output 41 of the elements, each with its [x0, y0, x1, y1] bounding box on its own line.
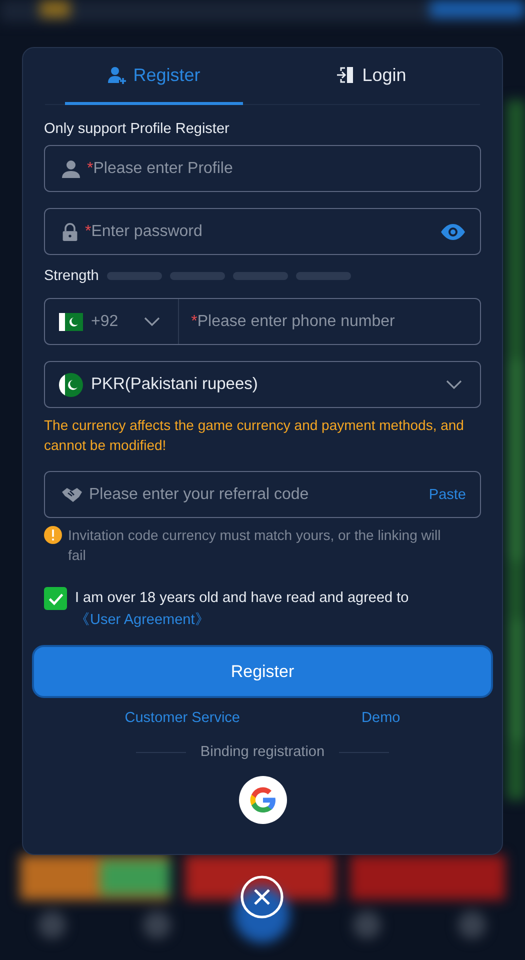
footer-link[interactable]: Customer Service	[124, 710, 240, 726]
profile-field[interactable]: *Please enter Profile	[44, 145, 481, 192]
referral-input[interactable]: Please enter your referral code	[89, 486, 429, 504]
eye-icon[interactable]	[440, 222, 466, 240]
lock-icon	[61, 222, 79, 242]
footer-link[interactable]: Demo	[362, 710, 400, 726]
agreement-text: I am over 18 years old and have read and agreed to 《User Agreement》	[75, 589, 410, 630]
password-field[interactable]: *Enter password	[44, 208, 481, 255]
register-button[interactable]: Register	[32, 645, 493, 698]
required-mark: *	[87, 160, 94, 178]
country-code-select[interactable]: +92	[59, 299, 180, 344]
user-plus-icon	[107, 65, 128, 85]
user-icon	[61, 158, 81, 178]
required-mark: *	[191, 312, 198, 330]
agree-checkbox[interactable]	[44, 587, 67, 610]
tab[interactable]: Register	[65, 48, 242, 105]
g-logo-icon	[248, 785, 278, 815]
warning-icon	[44, 526, 62, 544]
currency-warning: The currency affects the game currency and payment methods, and cannot be modified!	[44, 416, 465, 455]
referral-note: Invitation code currency must match yours, or the linking will fail	[68, 526, 442, 565]
strength-label: Strength	[44, 268, 99, 284]
close-button[interactable]	[240, 875, 284, 919]
currency-select[interactable]: PKR(Pakistani rupees)	[44, 361, 481, 408]
close-icon	[240, 875, 284, 919]
required-mark: *	[85, 222, 92, 240]
password-input[interactable]: Enter password	[91, 222, 440, 240]
paste-button[interactable]: Paste	[428, 486, 466, 502]
notice-text: Only support Profile Register	[44, 121, 230, 137]
referral-field[interactable]: Please enter your referral code Paste	[44, 471, 481, 518]
flag-icon	[59, 312, 83, 330]
chevron-down-icon	[446, 380, 462, 390]
phone-field[interactable]: +92 *Please enter phone number	[44, 298, 481, 345]
profile-input[interactable]: Please enter Profile	[93, 160, 466, 178]
phone-input[interactable]: Please enter phone number	[197, 312, 480, 330]
user-agreement-link[interactable]: 《User Agreement》	[75, 612, 210, 628]
handshake-icon	[61, 486, 83, 502]
google-button[interactable]	[238, 776, 286, 824]
tab[interactable]: Login	[282, 48, 460, 105]
flag-icon	[59, 372, 83, 396]
binding-label: Binding registration	[200, 744, 325, 760]
chevron-down-icon	[144, 316, 160, 326]
